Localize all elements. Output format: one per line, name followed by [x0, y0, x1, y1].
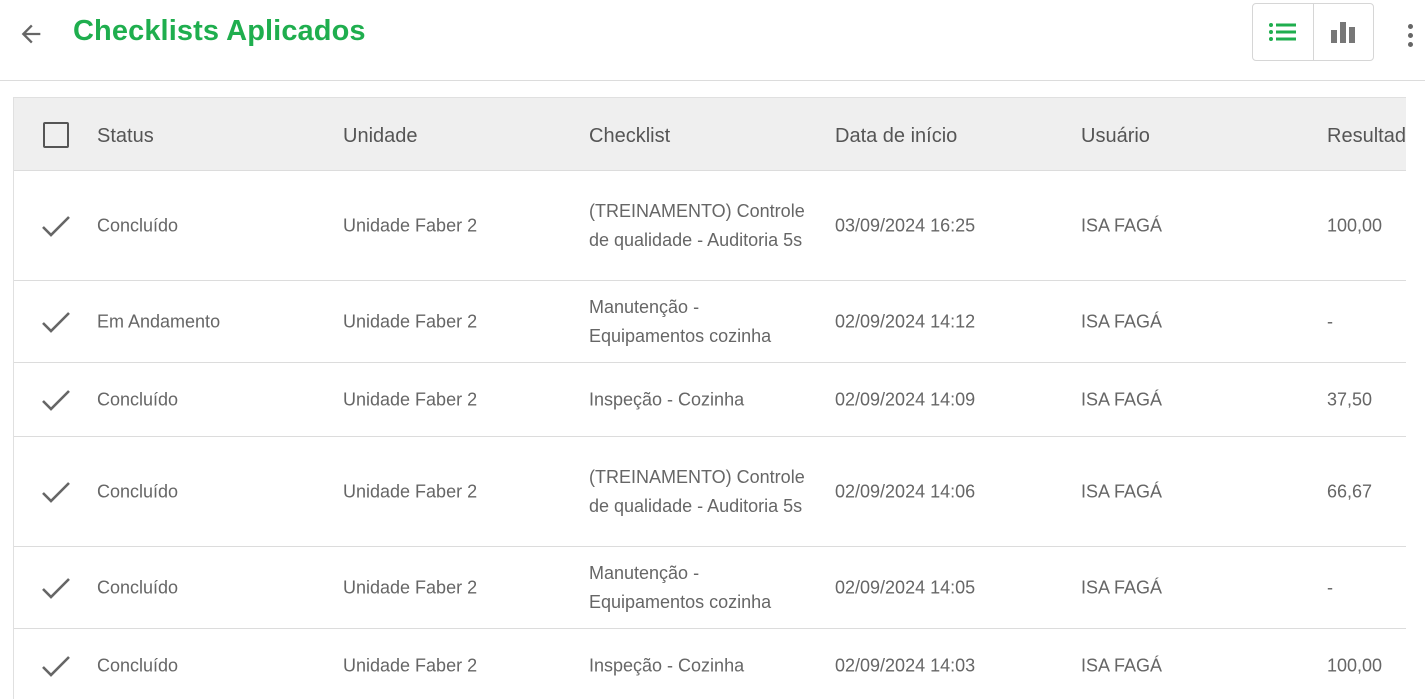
user-cell: ISA FAGÁ — [1081, 215, 1163, 236]
checklists-table: Status Unidade Checklist Data de início … — [13, 97, 1406, 699]
view-toggle — [1252, 3, 1374, 61]
unidade-cell: Unidade Faber 2 — [343, 577, 478, 598]
date-cell: 02/09/2024 14:12 — [835, 311, 976, 332]
check-icon — [42, 390, 70, 411]
checklist-cell: Inspeção - Cozinha — [589, 655, 745, 676]
column-header-usuario[interactable]: Usuário — [1081, 125, 1150, 148]
unidade-cell: Unidade Faber 2 — [343, 655, 478, 676]
page-title: Checklists Aplicados — [73, 15, 366, 47]
checklist-cell: Inspeção - Cozinha — [589, 389, 745, 410]
table-header: Status Unidade Checklist Data de início … — [14, 98, 1406, 171]
date-cell: 02/09/2024 14:06 — [835, 481, 976, 502]
status-cell: Concluído — [97, 215, 179, 236]
check-icon — [42, 482, 70, 503]
chart-view-button[interactable] — [1314, 4, 1374, 60]
status-cell: Concluído — [97, 577, 179, 598]
table-row[interactable]: Concluído Unidade Faber 2 Inspeção - Coz… — [14, 363, 1406, 437]
status-cell: Concluído — [97, 481, 179, 502]
checklist-cell: Manutenção - Equipamentos cozinha — [589, 297, 772, 346]
column-header-unidade[interactable]: Unidade — [343, 125, 418, 148]
list-view-button[interactable] — [1253, 4, 1314, 60]
user-cell: ISA FAGÁ — [1081, 311, 1163, 332]
checklist-cell: Manutenção - Equipamentos cozinha — [589, 563, 772, 612]
date-cell: 02/09/2024 14:09 — [835, 389, 976, 410]
result-cell: 100,00 — [1327, 655, 1383, 676]
user-cell: ISA FAGÁ — [1081, 577, 1163, 598]
check-icon — [42, 312, 70, 333]
user-cell: ISA FAGÁ — [1081, 481, 1163, 502]
status-cell: Concluído — [97, 389, 179, 410]
result-cell: 66,67 — [1327, 481, 1373, 502]
user-cell: ISA FAGÁ — [1081, 655, 1163, 676]
top-app-bar: Checklists Aplicados — [0, 0, 1425, 81]
user-cell: ISA FAGÁ — [1081, 389, 1163, 410]
unidade-cell: Unidade Faber 2 — [343, 481, 478, 502]
more-vert-icon — [1407, 23, 1413, 29]
checklist-cell: (TREINAMENTO) Controle de qualidade - Au… — [589, 467, 805, 516]
unidade-cell: Unidade Faber 2 — [343, 389, 478, 410]
check-icon — [42, 578, 70, 599]
table-row[interactable]: Concluído Unidade Faber 2 Inspeção - Coz… — [14, 629, 1406, 699]
result-cell: - — [1327, 577, 1333, 598]
date-cell: 02/09/2024 14:05 — [835, 577, 976, 598]
column-header-resultado[interactable]: Resultado — [1327, 125, 1406, 148]
table-row[interactable]: Concluído Unidade Faber 2 (TREINAMENTO) … — [14, 171, 1406, 281]
table-row[interactable]: Concluído Unidade Faber 2 (TREINAMENTO) … — [14, 437, 1406, 547]
checklist-cell: (TREINAMENTO) Controle de qualidade - Au… — [589, 201, 805, 250]
table-row[interactable]: Em Andamento Unidade Faber 2 Manutenção … — [14, 281, 1406, 363]
bar-chart-icon — [1331, 22, 1356, 43]
more-options-button[interactable] — [1398, 15, 1422, 55]
result-cell: 37,50 — [1327, 389, 1373, 410]
check-icon — [42, 216, 70, 237]
column-header-data-inicio[interactable]: Data de início — [835, 125, 957, 148]
unidade-cell: Unidade Faber 2 — [343, 215, 478, 236]
arrow-left-icon — [21, 24, 41, 44]
status-cell: Em Andamento — [97, 311, 221, 332]
list-icon — [1268, 23, 1296, 41]
date-cell: 03/09/2024 16:25 — [835, 215, 976, 236]
result-cell: 100,00 — [1327, 215, 1383, 236]
back-button[interactable] — [14, 17, 48, 51]
table-row[interactable]: Concluído Unidade Faber 2 Manutenção - E… — [14, 547, 1406, 629]
unidade-cell: Unidade Faber 2 — [343, 311, 478, 332]
select-all-checkbox[interactable] — [43, 122, 69, 148]
date-cell: 02/09/2024 14:03 — [835, 655, 976, 676]
check-icon — [42, 656, 70, 677]
column-header-status[interactable]: Status — [97, 125, 154, 148]
column-header-checklist[interactable]: Checklist — [589, 125, 670, 148]
status-cell: Concluído — [97, 655, 179, 676]
result-cell: - — [1327, 311, 1333, 332]
